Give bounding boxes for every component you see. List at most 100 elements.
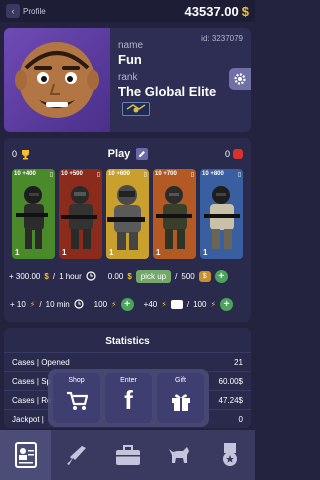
shop-label: Shop: [68, 377, 85, 384]
nav-arena[interactable]: [153, 430, 204, 480]
separator: /: [39, 299, 42, 309]
video-gain: +40: [143, 299, 158, 309]
stat-value: 21: [234, 357, 243, 367]
card-count: 1: [156, 248, 161, 257]
pickup-button[interactable]: pick up: [135, 269, 172, 283]
name-value: Fun: [118, 52, 142, 67]
gift-icon: [171, 394, 190, 411]
trophy-count: 0: [12, 149, 18, 159]
lightning-icon: ⚡: [111, 299, 117, 309]
card-count: 1: [62, 248, 67, 257]
shop-button[interactable]: Shop: [53, 373, 100, 423]
play-title-button[interactable]: Play: [108, 148, 149, 160]
agent-card[interactable]: 10 +500 ▯ 1: [59, 169, 102, 259]
agent-card[interactable]: 10 +800 ▯ 1: [200, 169, 243, 259]
money-per-hour: + 300.00: [9, 271, 41, 281]
balance-value: 43537.00: [184, 3, 239, 19]
money-row: + 300.00 $ / 1 hour 0.00 $ pick up / 500…: [9, 268, 246, 284]
play-panel: 0 Play 0 10 +400 ▯ 1 10 +500 ▯ 1 10 +600…: [4, 138, 251, 322]
soldier-icon: [107, 185, 145, 250]
dollar-icon: $: [241, 3, 249, 19]
lightning-icon: ⚡: [210, 299, 217, 309]
agent-card[interactable]: 10 +400 ▯ 1: [12, 169, 55, 259]
card-count: 1: [109, 248, 114, 257]
add-energy-max-button[interactable]: +: [220, 297, 234, 311]
clock-icon: [86, 271, 96, 281]
add-energy-button[interactable]: +: [120, 297, 134, 311]
max-money: 500: [181, 271, 195, 281]
card-top-label: 10 +400 ▯: [14, 171, 53, 178]
name-label: name: [118, 40, 144, 51]
profile-card-icon: [14, 442, 37, 468]
card-count: 1: [203, 248, 208, 257]
enter-facebook-button[interactable]: Enter f: [105, 373, 152, 423]
energy-amount: 100: [93, 299, 108, 309]
hour-label: 1 hour: [59, 271, 82, 281]
trophy-icon: [22, 149, 30, 159]
profile-card: id: 3237079 name Fun rank The Global Eli…: [4, 28, 251, 132]
gift-button[interactable]: Gift: [157, 373, 204, 423]
gear-icon: [234, 73, 246, 85]
bottom-navigation: [0, 430, 255, 480]
red-counter: 0: [225, 149, 243, 159]
card-top-label: 10 +500 ▯: [61, 171, 100, 178]
stat-value: 47.24$: [218, 395, 243, 405]
add-money-button[interactable]: +: [214, 269, 228, 283]
card-top-label: 10 +700 ▯: [155, 171, 194, 178]
stat-label: Cases | Sp: [12, 376, 51, 386]
dollar-icon: $: [44, 271, 49, 281]
clock-icon: [74, 299, 84, 309]
money-bag-icon: $: [198, 270, 211, 282]
card-top-label: 10 +800 ▯: [202, 171, 241, 178]
energy-time: 10 min: [45, 299, 70, 309]
stat-value: 60.00$: [218, 376, 243, 386]
nav-ranks[interactable]: [204, 430, 255, 480]
rank-label: rank: [118, 72, 138, 83]
red-token-icon: [232, 149, 243, 159]
separator: /: [186, 299, 190, 309]
settings-gear-button[interactable]: [229, 68, 251, 90]
rank-value: The Global Elite: [118, 84, 217, 99]
soldier-icon: [156, 186, 192, 249]
back-arrow-icon: ‹: [6, 4, 20, 18]
separator: /: [52, 271, 56, 281]
back-button[interactable]: ‹ Profile: [6, 4, 46, 18]
separator: /: [175, 271, 178, 281]
current-money: 0.00: [107, 271, 124, 281]
agent-cards: 10 +400 ▯ 1 10 +500 ▯ 1 10 +600 ▯ 1 10 +…: [12, 169, 243, 259]
avatar-face-icon: [15, 42, 99, 118]
medal-icon: [222, 443, 237, 466]
statistics-title: Statistics: [105, 336, 150, 347]
energy-row: + 10 ⚡ / 10 min 100 ⚡ + +40 ⚡ / 100 ⚡ +: [10, 296, 245, 312]
stat-value: 0: [238, 414, 243, 424]
dollar-icon: $: [127, 271, 132, 281]
nav-cases[interactable]: [102, 430, 153, 480]
agent-card[interactable]: 10 +600 ▯ 1: [106, 169, 149, 259]
lightning-icon: ⚡: [29, 299, 36, 309]
edit-pencil-icon: [136, 148, 149, 160]
bull-icon: [168, 447, 189, 463]
card-top-label: 10 +600 ▯: [108, 171, 147, 178]
gift-label: Gift: [175, 377, 186, 384]
shopping-cart-icon: [66, 391, 88, 410]
agent-card[interactable]: 10 +700 ▯ 1: [153, 169, 196, 259]
enter-label: Enter: [120, 377, 137, 384]
play-header: 0 Play 0: [12, 146, 243, 162]
soldier-icon: [16, 186, 48, 249]
nav-profile[interactable]: [0, 430, 51, 480]
play-title: Play: [107, 148, 131, 160]
top-bar: ‹ Profile 43537.00 $: [0, 0, 255, 22]
facebook-icon: f: [124, 385, 133, 415]
user-id: id: 3237079: [201, 34, 243, 43]
avatar[interactable]: [4, 28, 110, 132]
energy-max: 100: [193, 299, 207, 309]
energy-gain: + 10: [10, 299, 26, 309]
soldier-icon: [61, 186, 97, 249]
briefcase-icon: [115, 445, 140, 465]
card-count: 1: [15, 248, 20, 257]
rank-badge-icon: [122, 102, 150, 116]
nav-weapons[interactable]: [51, 430, 102, 480]
soldier-icon: [204, 186, 240, 249]
stat-label: Jackpot |: [12, 414, 44, 424]
video-icon[interactable]: [170, 299, 183, 309]
